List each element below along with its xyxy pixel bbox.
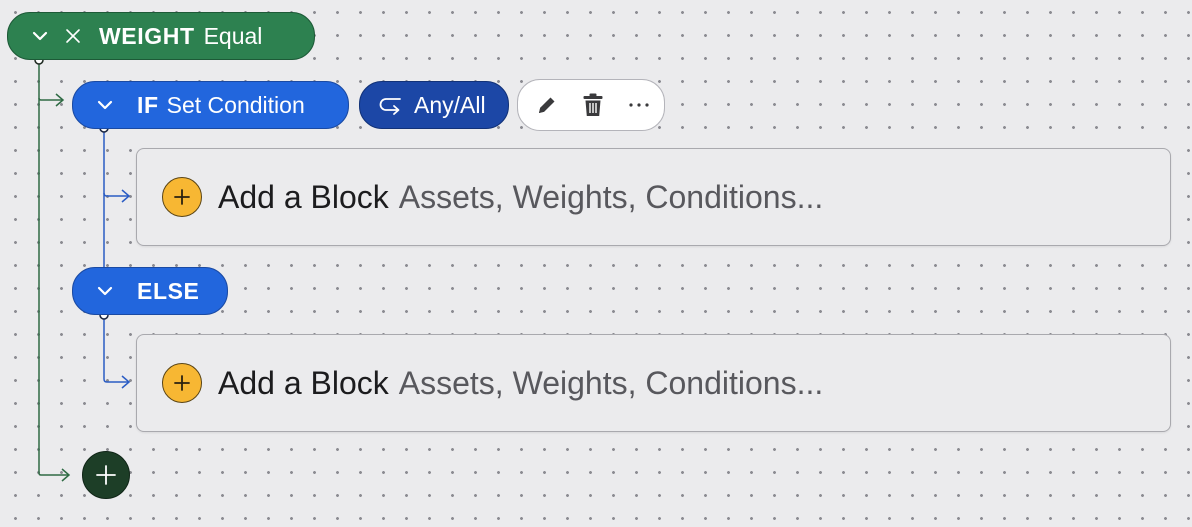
close-icon[interactable]: [64, 27, 82, 45]
weight-node[interactable]: WEIGHT Equal: [7, 12, 315, 60]
if-keyword: IF: [137, 91, 159, 118]
plus-icon: [94, 463, 118, 487]
any-all-label: Any/All: [414, 91, 486, 118]
loop-arrow-icon: [378, 94, 404, 116]
else-branch-block: [103, 315, 128, 383]
more-horizontal-icon[interactable]: [626, 91, 652, 119]
add-block-card[interactable]: Add a Block Assets, Weights, Conditions.…: [136, 148, 1171, 246]
pencil-icon[interactable]: [534, 91, 560, 119]
weight-mode: Equal: [203, 22, 263, 49]
arrow-head-block-1: [121, 189, 131, 203]
add-block-hint: Assets, Weights, Conditions...: [398, 178, 824, 215]
add-block-label: Add a Block: [218, 364, 389, 401]
if-condition-label: Set Condition: [166, 91, 305, 118]
trash-icon[interactable]: [580, 91, 606, 119]
plus-icon: [162, 363, 202, 403]
add-block-label: Add a Block: [218, 178, 389, 215]
chevron-down-icon[interactable]: [95, 286, 115, 296]
plus-icon: [162, 177, 202, 217]
if-branch-block: [103, 192, 128, 197]
weight-keyword: WEIGHT: [99, 22, 195, 49]
chevron-down-icon[interactable]: [95, 100, 115, 110]
if-node[interactable]: IF Set Condition: [72, 81, 349, 129]
add-node-button[interactable]: [82, 451, 130, 499]
add-block-card[interactable]: Add a Block Assets, Weights, Conditions.…: [136, 334, 1171, 432]
weight-trunk-line: [38, 60, 68, 476]
arrow-head-add: [61, 468, 71, 482]
arrow-head-block-2: [121, 375, 131, 389]
node-actions-toolbar: [517, 79, 665, 131]
weight-branch-if: [38, 97, 62, 101]
else-node[interactable]: ELSE: [72, 267, 228, 315]
chevron-down-icon[interactable]: [30, 31, 50, 41]
else-keyword: ELSE: [137, 277, 200, 304]
any-all-button[interactable]: Any/All: [359, 81, 509, 129]
arrow-head-if: [55, 93, 65, 107]
add-block-hint: Assets, Weights, Conditions...: [398, 364, 824, 401]
